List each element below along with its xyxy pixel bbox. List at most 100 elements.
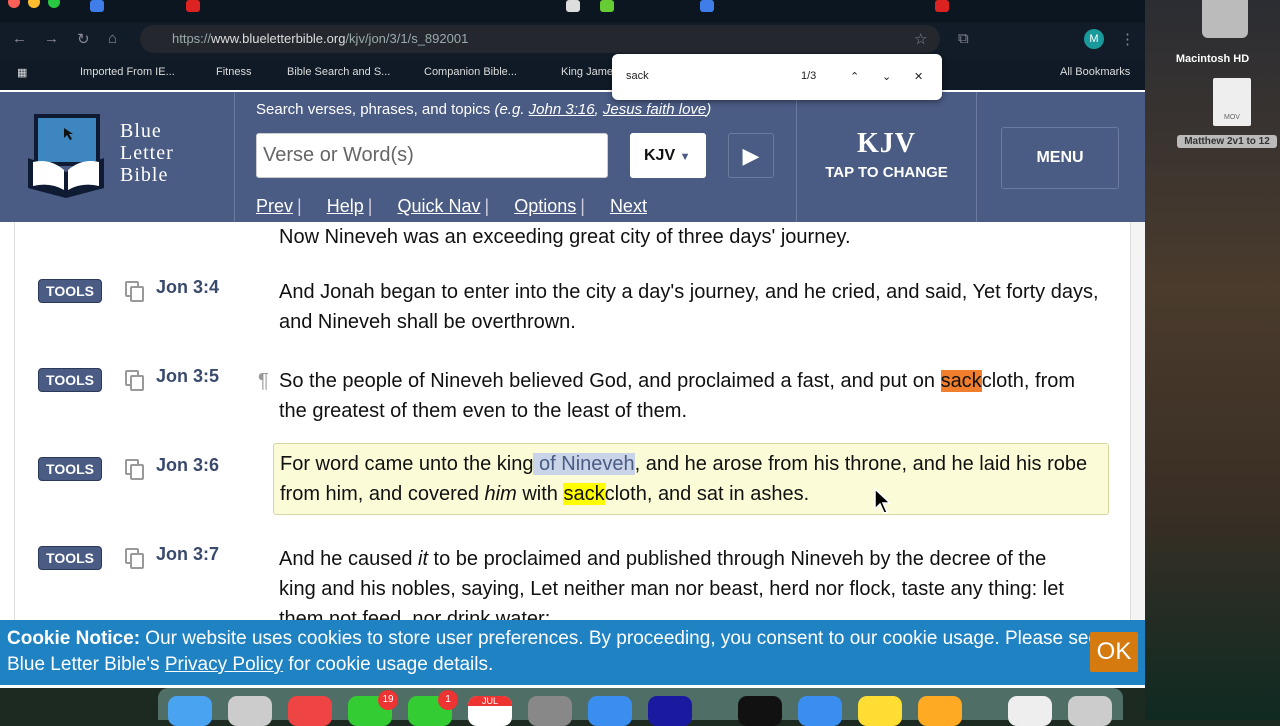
version-tap: TAP TO CHANGE <box>825 164 948 181</box>
search-input[interactable]: Verse or Word(s) <box>256 133 608 178</box>
text: with <box>516 483 564 505</box>
notes-icon[interactable] <box>858 696 902 726</box>
divider: | <box>484 196 490 216</box>
chrome-icon[interactable] <box>288 696 332 726</box>
hard-drive-icon[interactable] <box>1202 0 1248 38</box>
mov-file-icon[interactable]: MOV <box>1213 78 1251 126</box>
divider: | <box>367 196 373 216</box>
search-go-button[interactable]: ▶ <box>728 133 774 178</box>
close-window-button[interactable] <box>8 0 20 8</box>
file-label[interactable]: Matthew 2v1 to 12 <box>1177 135 1277 148</box>
menu-button[interactable]: MENU <box>1001 127 1119 189</box>
hint-comma: , <box>594 101 603 118</box>
privacy-policy-link[interactable]: Privacy Policy <box>165 654 283 675</box>
hint-link-jesus[interactable]: Jesus faith love <box>603 101 706 118</box>
verse-ref[interactable]: Jon 3:7 <box>156 544 219 565</box>
link-quick-nav[interactable]: Quick Nav <box>397 196 480 216</box>
extensions-icon[interactable]: ⧉ <box>958 30 969 47</box>
launchpad-icon[interactable] <box>228 696 272 726</box>
trash-icon[interactable] <box>1068 696 1112 726</box>
bookmark[interactable]: King James <box>561 66 618 78</box>
facetime-icon[interactable]: 1 <box>408 690 458 726</box>
scrollbar[interactable] <box>1131 222 1145 622</box>
app-icon[interactable] <box>648 696 692 726</box>
tools-button[interactable]: TOOLS <box>38 457 102 481</box>
minimize-window-button[interactable] <box>28 0 40 8</box>
calendar-icon[interactable]: JUL <box>468 696 512 726</box>
browser-tab[interactable] <box>90 0 104 12</box>
copy-icon[interactable] <box>125 459 144 480</box>
link-options[interactable]: Options <box>514 196 576 216</box>
file-ext: MOV <box>1224 114 1240 121</box>
back-icon[interactable]: ← <box>12 30 27 47</box>
bookmark[interactable]: Bible Search and S... <box>287 66 390 78</box>
find-close-icon[interactable]: ✕ <box>914 70 923 83</box>
hint-link-john[interactable]: John 3:16 <box>529 101 595 118</box>
tips-icon[interactable] <box>918 696 962 726</box>
home-icon[interactable]: ⌂ <box>108 30 117 47</box>
copy-icon[interactable] <box>125 548 144 569</box>
document-icon[interactable] <box>1008 696 1052 726</box>
reload-icon[interactable]: ↻ <box>77 30 90 48</box>
url-field[interactable]: https://www.blueletterbible.org/kjv/jon/… <box>140 25 940 53</box>
safari-icon[interactable] <box>588 696 632 726</box>
system-settings-icon[interactable] <box>528 696 572 726</box>
find-next-icon[interactable]: ⌄ <box>882 70 891 83</box>
terminal-icon[interactable] <box>738 696 782 726</box>
verse-ref[interactable]: Jon 3:4 <box>156 277 219 298</box>
url-path: /kjv/jon/3/1/s_892001 <box>345 31 469 46</box>
hard-drive-label: Macintosh HD <box>1175 53 1250 65</box>
copy-icon[interactable] <box>125 281 144 302</box>
apps-icon[interactable]: ▦ <box>17 66 27 79</box>
bookmark[interactable]: Imported From IE... <box>80 66 175 78</box>
divider: | <box>580 196 585 216</box>
blb-logo-text[interactable]: Blue Letter Bible <box>120 120 174 186</box>
browser-window: ← → ↻ ⌂ https://www.blueletterbible.org/… <box>0 0 1145 688</box>
tools-button[interactable]: TOOLS <box>38 546 102 570</box>
verse-text: Now Nineveh was an exceeding great city … <box>279 226 851 248</box>
bookmark[interactable]: All Bookmarks <box>1060 66 1130 78</box>
cookie-ok-button[interactable]: OK <box>1090 632 1138 672</box>
blb-logo-icon[interactable] <box>28 114 104 198</box>
verse-text: For word came unto the king of Nineveh, … <box>273 443 1109 515</box>
find-prev-icon[interactable]: ⌃ <box>850 70 859 83</box>
browser-tab[interactable] <box>186 0 200 12</box>
divider <box>234 92 235 222</box>
verse-text: And Jonah began to enter into the city a… <box>279 281 1099 333</box>
tools-button[interactable]: TOOLS <box>38 279 102 303</box>
copy-icon[interactable] <box>125 370 144 391</box>
profile-avatar[interactable]: M <box>1084 29 1104 49</box>
link-prev[interactable]: Prev <box>256 196 293 216</box>
text: And he caused <box>279 548 418 570</box>
bookmark-star-icon[interactable]: ☆ <box>914 30 927 48</box>
dock: 19 1 JUL <box>158 688 1123 726</box>
forward-icon[interactable]: → <box>44 30 59 47</box>
finder-icon[interactable] <box>168 696 212 726</box>
messages-icon[interactable]: 19 <box>348 690 398 726</box>
cookie-notice: Cookie Notice: Our website uses cookies … <box>0 620 1145 685</box>
find-match: sack <box>563 483 605 505</box>
find-match-current: sack <box>940 370 982 392</box>
bookmarks-bar: ▦ Imported From IE... Fitness Bible Sear… <box>0 60 1145 90</box>
browser-tab[interactable] <box>935 0 949 12</box>
version-big: KJV <box>857 128 916 159</box>
caret-down-icon: ▼ <box>679 151 691 163</box>
more-icon[interactable]: ⋮ <box>1120 30 1135 48</box>
version-change-button[interactable]: KJV TAP TO CHANGE <box>797 128 976 181</box>
version-select[interactable]: KJV ▼ <box>630 133 706 178</box>
bookmark[interactable]: Fitness <box>216 66 251 78</box>
link-help[interactable]: Help <box>327 196 364 216</box>
find-input[interactable]: sack <box>626 70 649 82</box>
zoom-window-button[interactable] <box>48 0 60 8</box>
link-next[interactable]: Next <box>610 196 647 216</box>
play-icon: ▶ <box>742 143 760 168</box>
verse-ref[interactable]: Jon 3:6 <box>156 455 219 476</box>
browser-tab[interactable] <box>566 0 580 12</box>
browser-tab[interactable] <box>700 0 714 12</box>
verse-ref[interactable]: Jon 3:5 <box>156 366 219 387</box>
mail-icon[interactable] <box>798 696 842 726</box>
messages-badge: 19 <box>378 690 398 710</box>
tools-button[interactable]: TOOLS <box>38 368 102 392</box>
bookmark[interactable]: Companion Bible... <box>424 66 517 78</box>
browser-tab[interactable] <box>600 0 614 12</box>
